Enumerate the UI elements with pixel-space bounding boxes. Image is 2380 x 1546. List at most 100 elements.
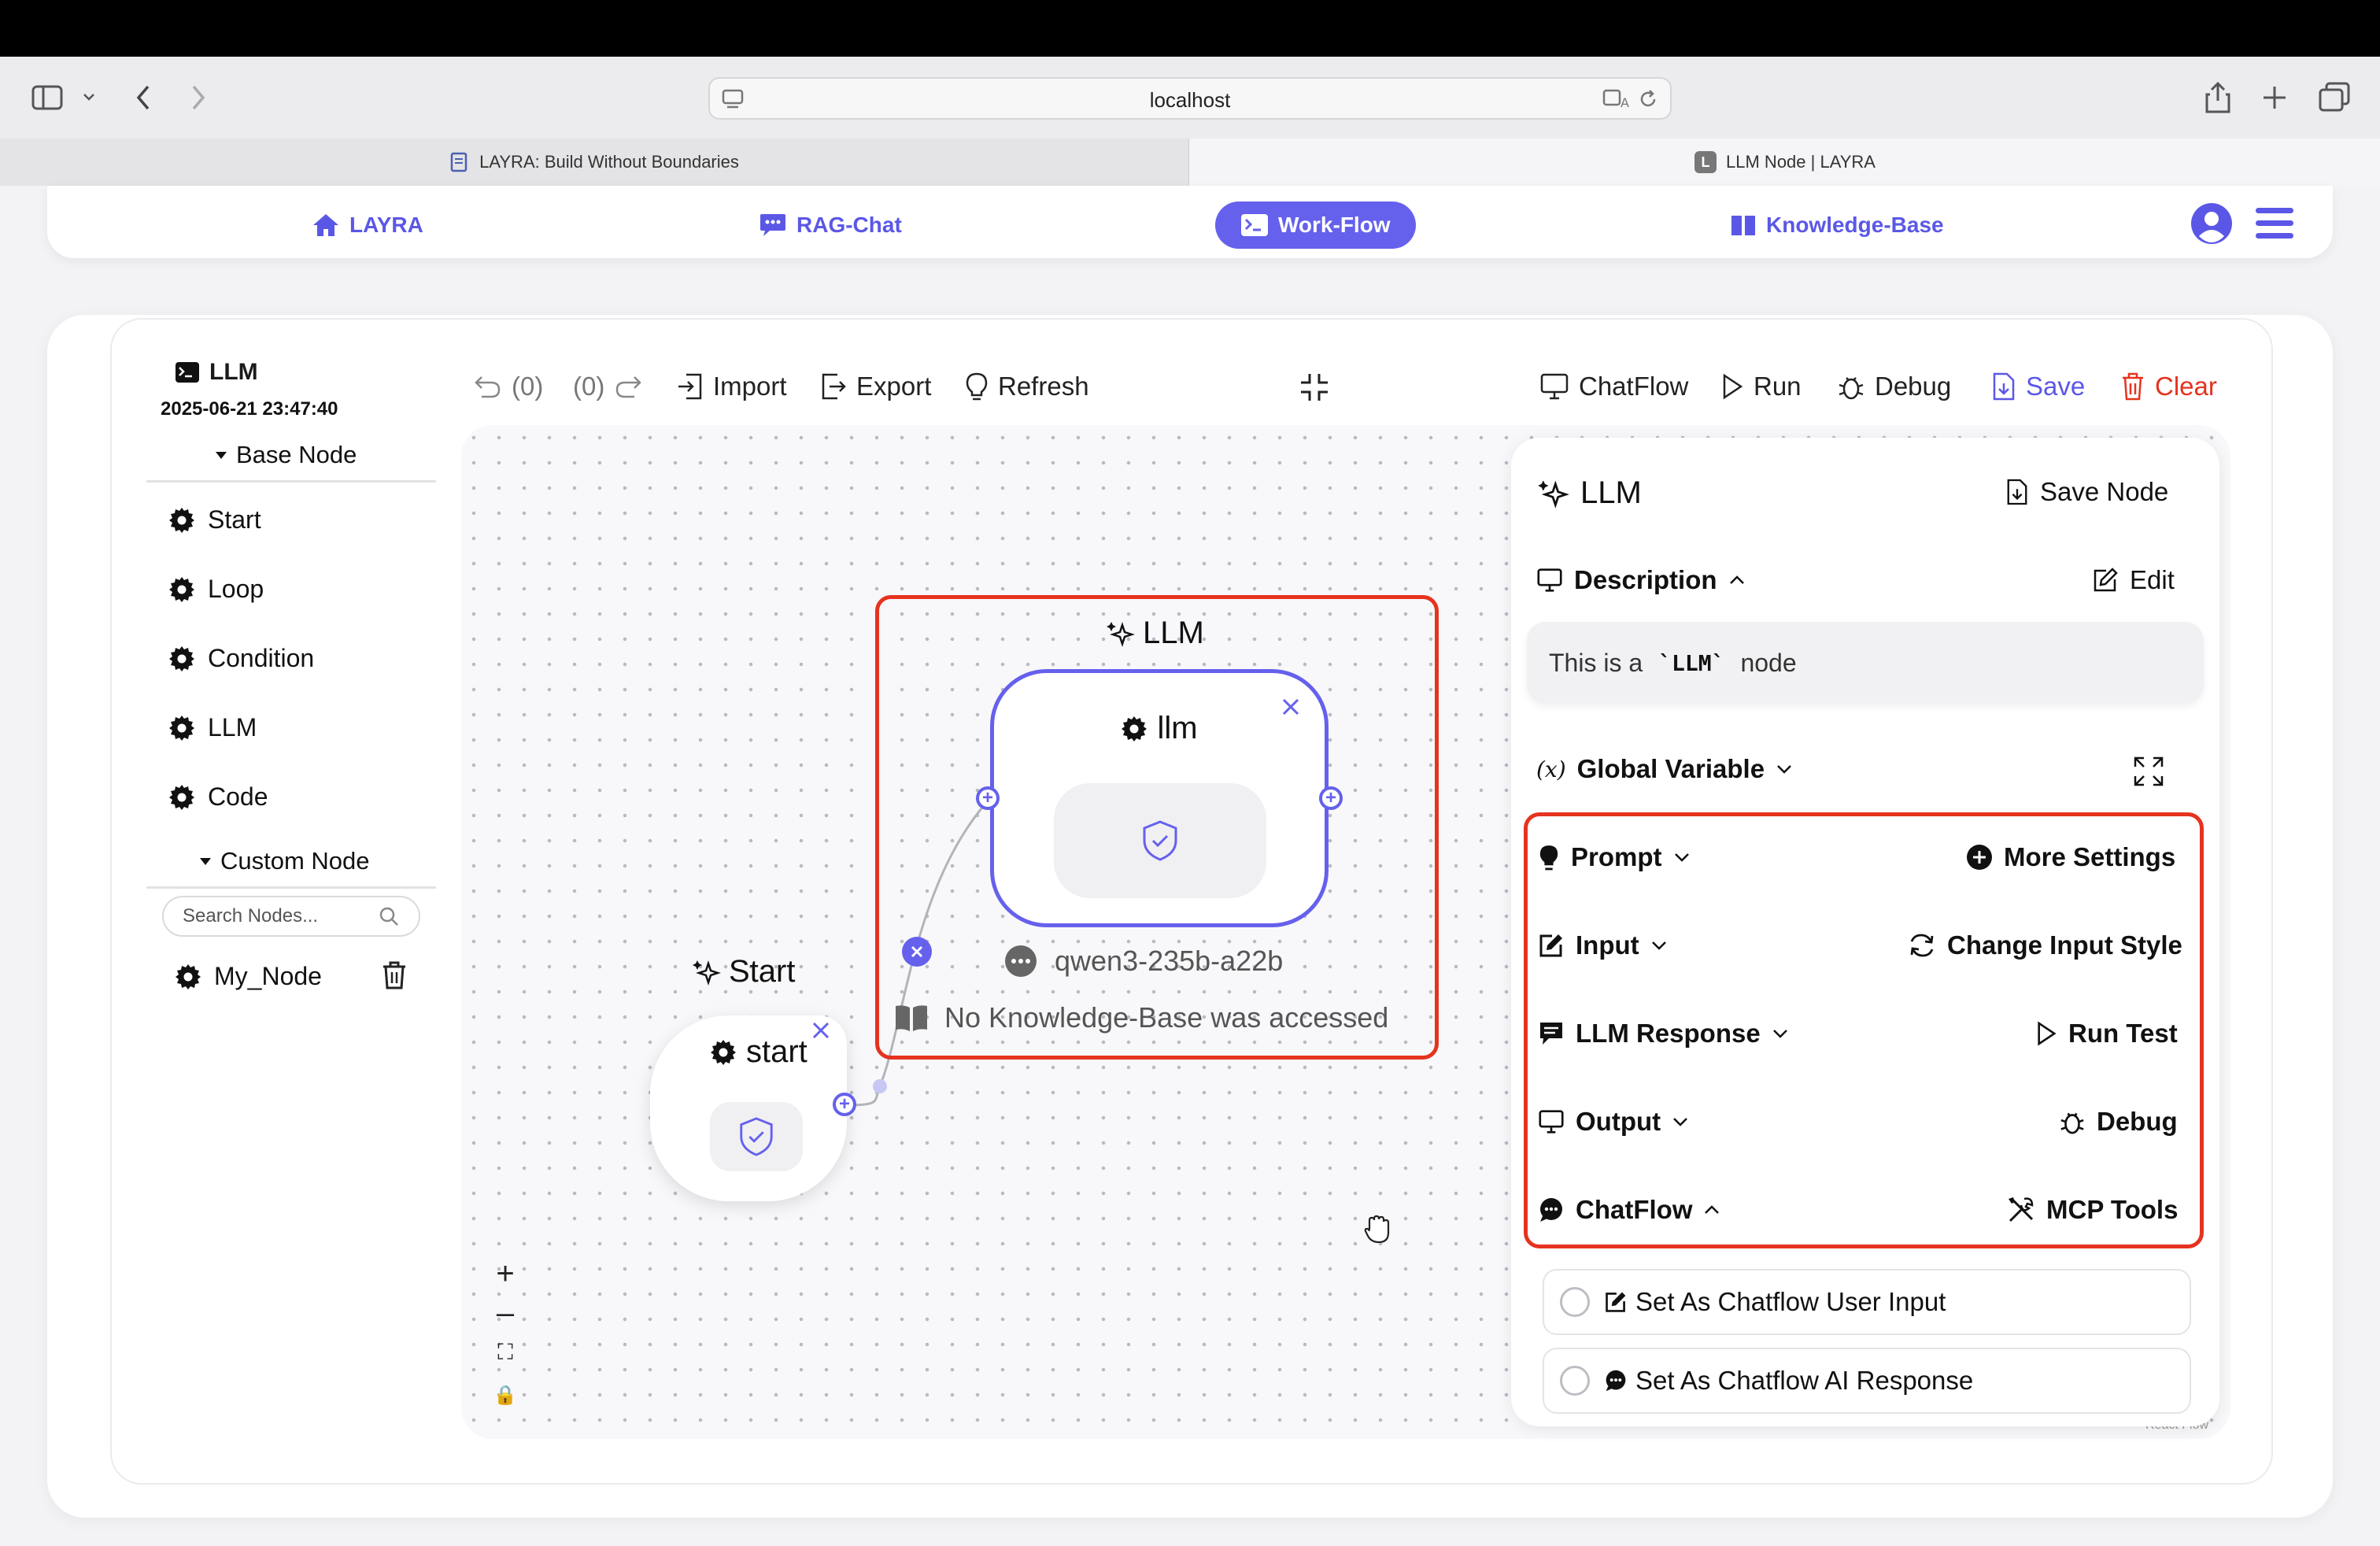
nav-rag-chat[interactable]: RAG-Chat [759,202,902,249]
ai-response-checkbox[interactable] [1560,1366,1590,1396]
chatflow-ai-response-option[interactable]: Set As Chatflow AI Response [1543,1348,2191,1414]
user-input-checkbox[interactable] [1560,1287,1590,1317]
nav-work-flow[interactable]: Work-Flow [1215,202,1416,249]
tab-label: LLM Node | LAYRA [1726,152,1876,172]
sidebar-node-llm[interactable]: LLM [168,713,257,742]
gear-icon [168,645,195,672]
save-button[interactable]: Save [1991,367,2085,406]
description-toggle[interactable]: Description [1536,565,1746,595]
run-button[interactable]: Run [1720,367,1802,406]
output-toggle[interactable]: Output [1538,1107,1689,1137]
gear-icon [168,507,195,534]
llm-node[interactable]: llm [990,669,1329,927]
import-label: Import [713,372,787,401]
base-node-toggle[interactable]: Base Node [214,441,357,469]
gear-icon [1121,716,1148,742]
trash-icon[interactable] [381,960,408,990]
node-close-icon[interactable] [811,1020,831,1041]
refresh-icon [1908,933,1936,958]
nav-knowledge-base[interactable]: Knowledge-Base [1730,202,1944,249]
reload-icon[interactable] [1637,88,1659,110]
llm-input-handle[interactable]: + [976,786,1000,810]
llm-node-body [1054,783,1266,898]
refresh-button[interactable]: Refresh [965,367,1089,406]
share-icon[interactable] [2204,80,2232,115]
sidebar-node-code[interactable]: Code [168,782,268,812]
chatflow-user-input-option[interactable]: Set As Chatflow User Input [1543,1269,2191,1335]
plus-circle-icon [1966,844,1993,871]
lock-button[interactable]: 🔒 [491,1384,519,1407]
search-icon [378,905,400,927]
description-code: `LLM` [1658,649,1725,676]
tools-icon [2007,1196,2035,1224]
sidebar-node-loop[interactable]: Loop [168,575,264,604]
mcp-tools-button[interactable]: MCP Tools [2007,1195,2178,1225]
change-input-style-button[interactable]: Change Input Style [1908,930,2182,960]
panel-debug-button[interactable]: Debug [2059,1107,2178,1137]
start-node[interactable]: start [650,1015,847,1201]
import-button[interactable]: Import [677,367,787,406]
collapse-icon[interactable] [1299,372,1330,403]
user-avatar-icon[interactable] [2190,202,2234,246]
clear-button[interactable]: Clear [2120,367,2217,406]
chatflow-button[interactable]: ChatFlow [1539,367,1688,406]
sidebar-node-start[interactable]: Start [168,505,261,534]
node-label: Start [208,505,261,534]
chatflow-toggle[interactable]: ChatFlow [1538,1195,1720,1225]
new-tab-icon[interactable] [2260,83,2289,112]
fit-view-button[interactable]: ⛶ [491,1340,519,1366]
prompt-label: Prompt [1571,842,1662,871]
global-variable-toggle[interactable]: (x) Global Variable [1536,754,1793,784]
input-toggle[interactable]: Input [1538,930,1668,960]
llm-output-handle[interactable]: + [1319,786,1343,810]
start-node-label: start [746,1034,808,1069]
forward-icon[interactable] [189,83,208,112]
menu-icon[interactable] [2254,205,2295,242]
caret-down-icon [198,856,213,867]
sidebar-node-condition[interactable]: Condition [168,644,314,673]
node-label: Condition [208,644,315,672]
llm-response-toggle[interactable]: LLM Response [1538,1019,1789,1049]
edit-button[interactable]: Edit [2092,565,2175,595]
sidebar-toggle-icon[interactable] [31,85,63,110]
edit-icon [1604,1290,1628,1314]
expand-icon[interactable] [2133,756,2164,787]
zoom-in-button[interactable]: + [491,1256,519,1292]
export-button[interactable]: Export [820,367,931,406]
save-node-button[interactable]: Save Node [2005,477,2168,507]
sidebar-custom-node[interactable]: My_Node [175,962,322,991]
prompt-toggle[interactable]: Prompt [1538,842,1691,872]
mcp-tools-label: MCP Tools [2046,1195,2179,1224]
grab-cursor-icon [1362,1212,1393,1245]
clear-label: Clear [2155,372,2217,401]
tab-layra-home[interactable]: LAYRA: Build Without Boundaries [0,139,1188,186]
zoom-out-button[interactable]: – [491,1296,519,1331]
back-icon[interactable] [134,83,153,112]
node-label: Code [208,782,268,811]
tab-overview-icon[interactable] [2319,82,2350,113]
global-variable-label: Global Variable [1576,754,1765,783]
book-icon [1730,213,1757,237]
tab-llm-node[interactable]: L LLM Node | LAYRA [1188,139,2380,186]
chevron-down-icon[interactable] [82,91,96,102]
redo-button[interactable]: (0) [573,367,642,406]
export-icon [820,372,847,401]
llm-node-title: llm [994,711,1325,746]
chevron-up-icon [1728,574,1746,586]
chevron-down-icon [1772,1027,1789,1040]
bug-icon [1837,372,1865,401]
run-test-button[interactable]: Run Test [2035,1019,2178,1049]
translate-icon[interactable]: A [1602,88,1634,110]
address-bar[interactable]: localhost A [708,77,1672,120]
custom-node-toggle[interactable]: Custom Node [198,847,370,875]
debug-button[interactable]: Debug [1837,367,1951,406]
start-output-handle[interactable]: + [833,1093,856,1116]
edit-icon [1538,932,1565,959]
kb-status-text: No Knowledge-Base was accessed [944,1001,1389,1034]
more-settings-button[interactable]: More Settings [1966,842,2175,872]
undo-button[interactable]: (0) [474,367,543,406]
nav-layra[interactable]: LAYRA [312,202,423,249]
message-icon [1538,1020,1565,1047]
import-icon [677,372,704,401]
node-search-input[interactable]: Search Nodes... [162,896,420,937]
